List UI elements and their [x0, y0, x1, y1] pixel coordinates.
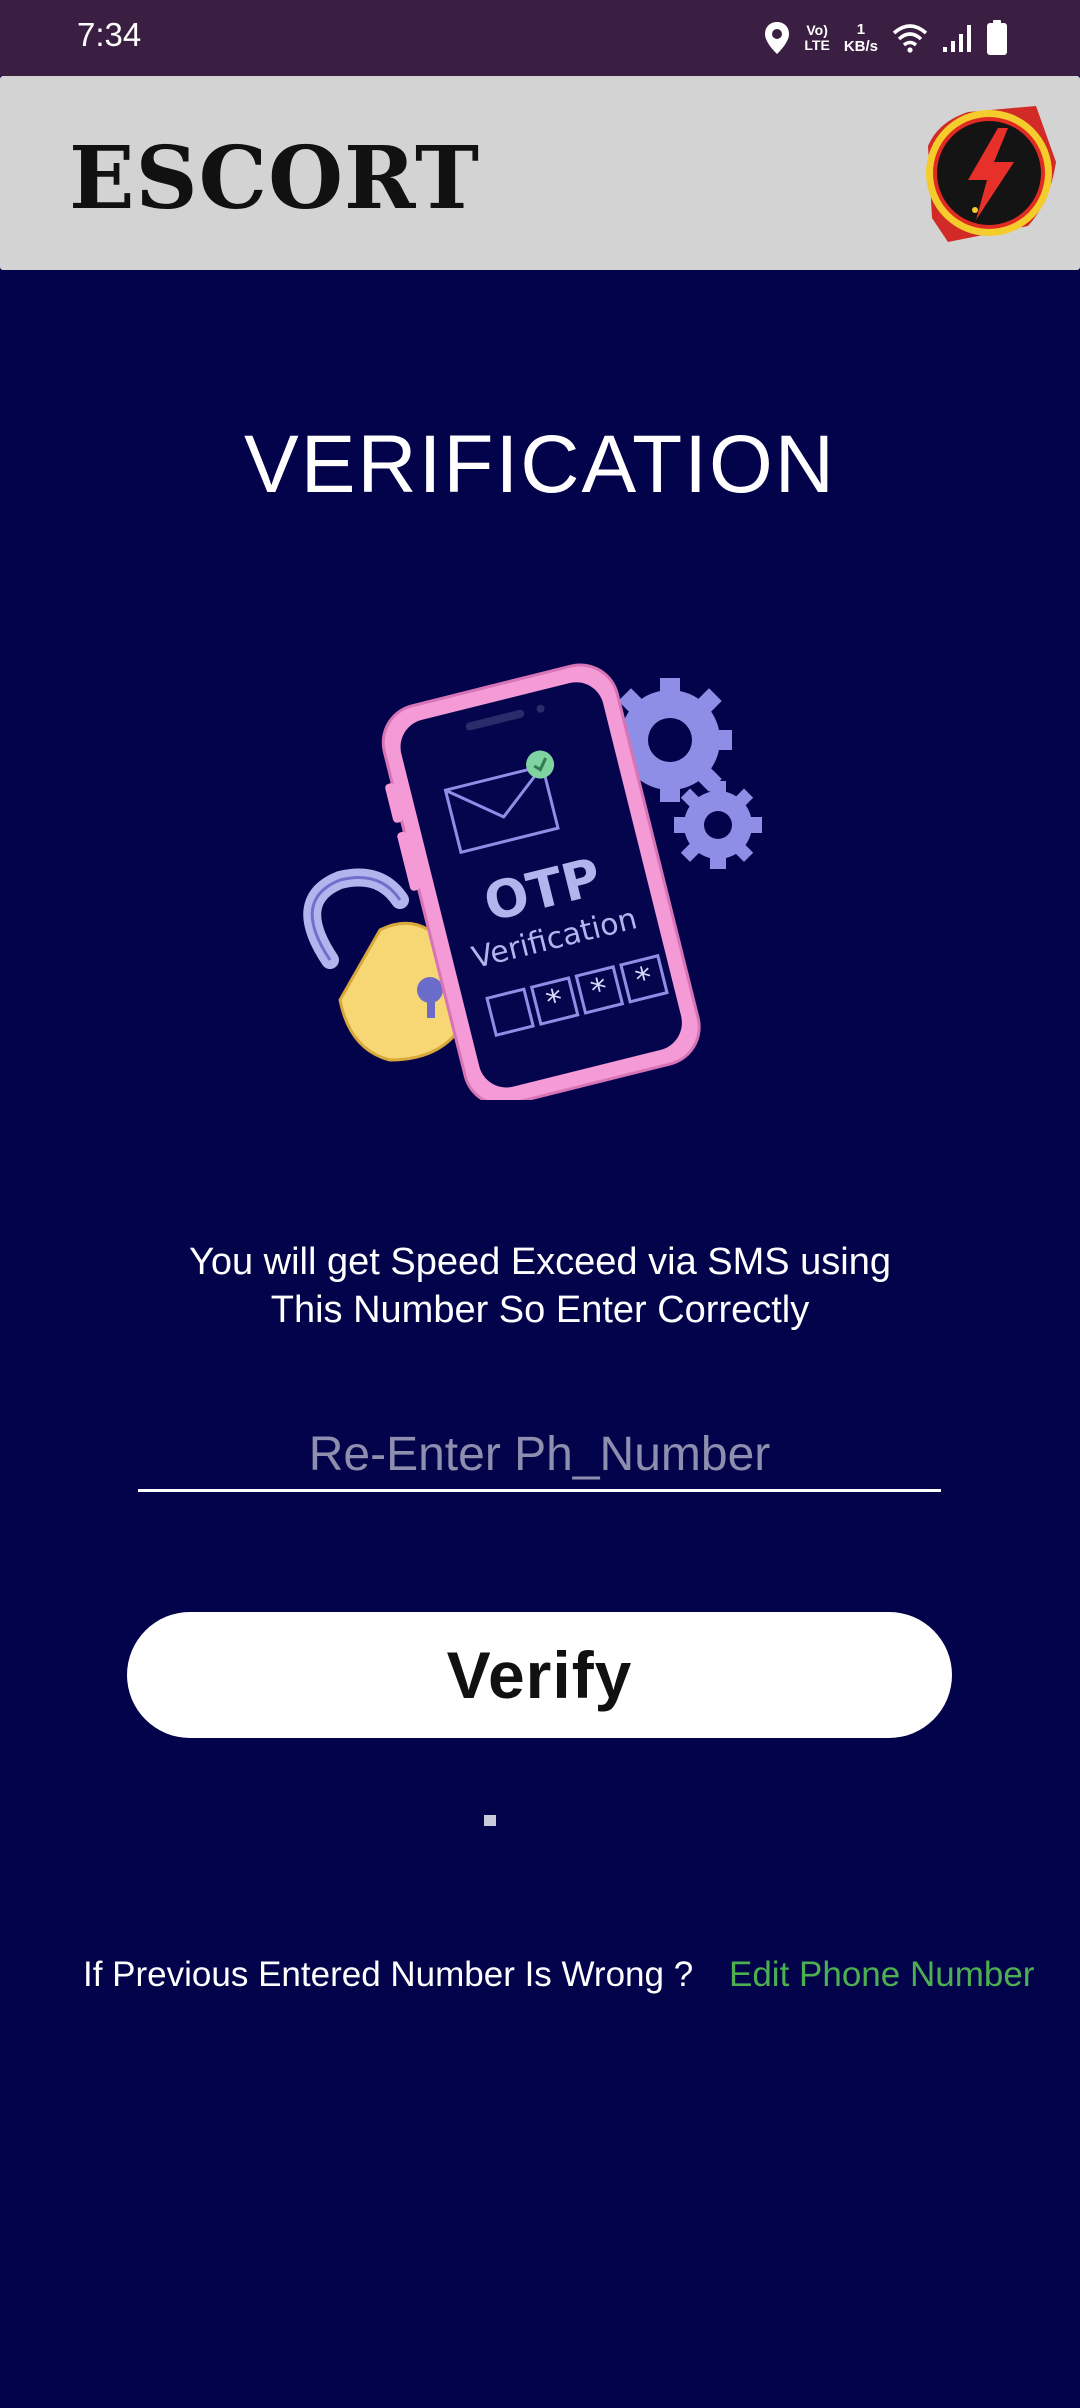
battery-icon	[987, 20, 1007, 55]
wifi-icon	[892, 24, 928, 53]
otp-illustration: OTP Verification * * *	[303, 663, 762, 1100]
instruction-line: This Number So Enter Correctly	[270, 1289, 810, 1331]
app-title: ESCORT	[69, 128, 480, 229]
status-time: 7:34	[77, 16, 142, 53]
data-speed-value: 1	[856, 21, 866, 38]
lightning-bolt-logo-icon[interactable]	[918, 102, 1060, 244]
page-title: VERIFICATION	[244, 419, 836, 510]
phone-number-input[interactable]	[138, 1420, 941, 1492]
signal-icon	[943, 25, 971, 52]
loading-indicator	[484, 1815, 496, 1826]
volte-icon: Vo) LTE	[804, 22, 830, 53]
status-bar: 7:34 Vo) LTE 1 KB/s	[0, 0, 1080, 76]
edit-phone-number-link[interactable]: Edit Phone Number	[729, 1955, 1034, 1995]
location-icon	[765, 22, 790, 54]
data-speed-unit: KB/s	[843, 38, 878, 55]
small-gear-icon	[674, 781, 762, 869]
instructions-text: You will get Speed Exceed via SMS using …	[140, 1238, 940, 1334]
data-speed-icon: 1 KB/s	[844, 21, 878, 55]
status-icons: Vo) LTE 1 KB/s	[764, 14, 1008, 62]
instruction-line: You will get Speed Exceed via SMS using	[188, 1241, 892, 1283]
verify-button[interactable]: Verify	[127, 1612, 952, 1738]
wrong-number-prompt: If Previous Entered Number Is Wrong ?	[83, 1955, 694, 1994]
